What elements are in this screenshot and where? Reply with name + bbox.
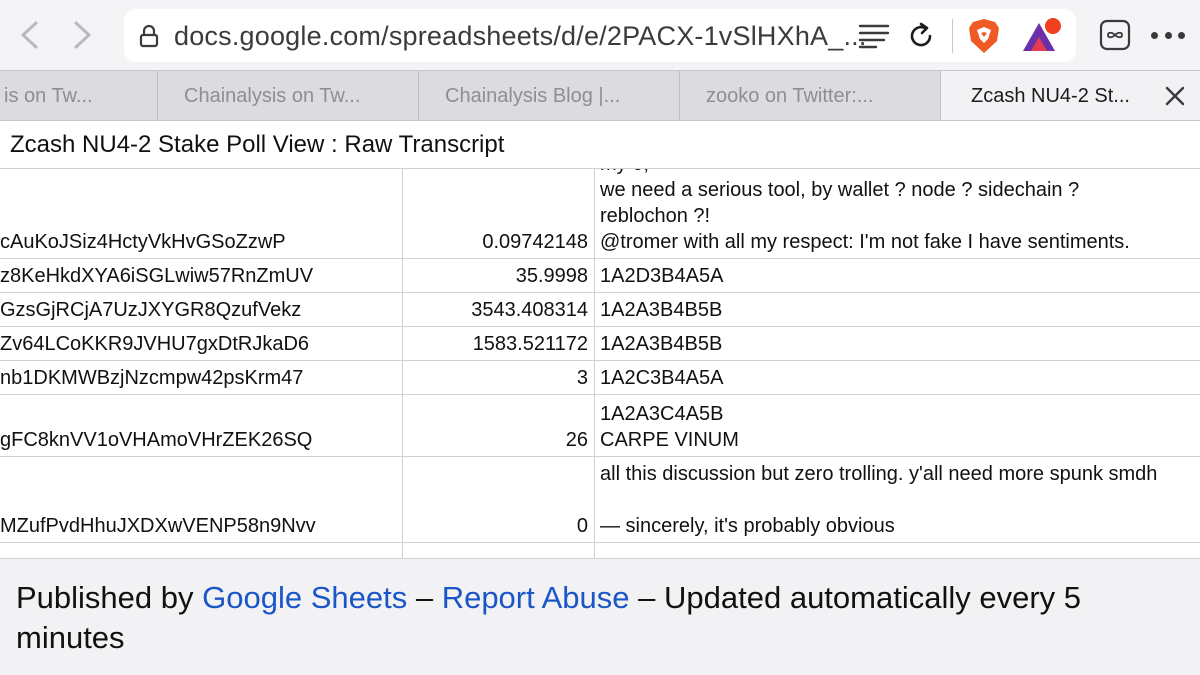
brave-shields-icon[interactable]	[966, 17, 1002, 55]
tab-label: is on Tw...	[4, 85, 93, 107]
address-cell[interactable]: z8KeHkdXYA6iSGLwiw57RnZmUV	[0, 259, 403, 292]
google-sheets-link[interactable]: Google Sheets	[202, 580, 407, 615]
table-row: z8KeHkdXYA6iSGLwiw57RnZmUV 35.9998 1A2D3…	[0, 259, 1200, 293]
tab-twitter-1[interactable]: is on Tw...	[0, 71, 158, 121]
close-icon[interactable]	[1164, 85, 1186, 107]
amount-cell[interactable]: 0.09742148	[403, 169, 595, 258]
tab-strip: is on Tw... Chainalysis on Tw... Chainal…	[0, 70, 1200, 121]
address-cell[interactable]: cAuKoJSiz4HctyVkHvGSoZzwP	[0, 169, 403, 258]
tab-label: zooko on Twitter:...	[706, 85, 874, 107]
amount-cell[interactable]: 3543.408314	[403, 293, 595, 326]
chevron-right-icon	[74, 21, 91, 49]
tab-label: Chainalysis Blog |...	[445, 85, 621, 107]
tab-chainalysis-twitter[interactable]: Chainalysis on Tw...	[158, 71, 419, 121]
vote-cell[interactable]: my 0, we need a serious tool, by wallet …	[595, 169, 1200, 258]
address-cell[interactable]: GzsGjRCjA7UzJXYGR8QzufVekz	[0, 293, 403, 326]
tab-label: Zcash NU4-2 St...	[971, 85, 1130, 107]
amount-cell[interactable]: 0	[403, 457, 595, 542]
empty-cell[interactable]	[0, 543, 403, 558]
reader-mode-icon[interactable]	[858, 22, 890, 50]
vote-line: CARPE VINUM	[600, 429, 739, 451]
address-cell[interactable]: Zv64LCoKKR9JVHU7gxDtRJkaD6	[0, 327, 403, 360]
infinity-icon	[1099, 19, 1131, 51]
table-row: gFC8knVV1oVHAmoVHrZEK26SQ 26 1A2A3C4A5B …	[0, 395, 1200, 457]
tab-label: Chainalysis on Tw...	[184, 85, 361, 107]
dot-icon	[1164, 31, 1172, 39]
more-menu-button[interactable]	[1148, 22, 1188, 48]
amount-cell[interactable]: 3	[403, 361, 595, 394]
table-row: MZufPvdHhuJXDXwVENP58n9Nvv 0 all this di…	[0, 457, 1200, 543]
sheet-title: Zcash NU4-2 Stake Poll View : Raw Transc…	[0, 120, 1200, 169]
browser-toolbar: docs.google.com/spreadsheets/d/e/2PACX-1…	[0, 0, 1200, 70]
chevron-left-icon	[21, 21, 38, 49]
address-cell[interactable]: nb1DKMWBzjNzcmpw42psKrm47	[0, 361, 403, 394]
sheet-grid: cAuKoJSiz4HctyVkHvGSoZzwP 0.09742148 my …	[0, 169, 1200, 558]
tab-zcash-poll[interactable]: Zcash NU4-2 St...	[941, 71, 1200, 121]
url-divider	[952, 19, 953, 53]
brave-rewards-icon[interactable]	[1019, 17, 1063, 55]
address-cell[interactable]: gFC8knVV1oVHAmoVHrZEK26SQ	[0, 395, 403, 456]
report-abuse-link[interactable]: Report Abuse	[442, 580, 630, 615]
table-row: GzsGjRCjA7UzJXYGR8QzufVekz 3543.408314 1…	[0, 293, 1200, 327]
table-row: Zv64LCoKKR9JVHU7gxDtRJkaD6 1583.521172 1…	[0, 327, 1200, 361]
vote-line: my 0,	[600, 169, 1200, 177]
tab-chainalysis-blog[interactable]: Chainalysis Blog |...	[419, 71, 680, 121]
vote-cell[interactable]: 1A2A3C4A5B CARPE VINUM	[595, 395, 1200, 456]
amount-cell[interactable]: 35.9998	[403, 259, 595, 292]
back-button[interactable]	[12, 18, 46, 52]
empty-cell[interactable]	[403, 543, 595, 558]
empty-cell[interactable]	[595, 543, 1200, 558]
vote-cell[interactable]: 1A2D3B4A5A	[595, 259, 1200, 292]
vote-line: @tromer with all my respect: I'm not fak…	[600, 231, 1130, 253]
tab-zooko-twitter[interactable]: zooko on Twitter:...	[680, 71, 941, 121]
dot-icon	[1178, 31, 1185, 39]
table-row: cAuKoJSiz4HctyVkHvGSoZzwP 0.09742148 my …	[0, 169, 1200, 259]
amount-cell[interactable]: 26	[403, 395, 595, 456]
table-row: nb1DKMWBzjNzcmpw42psKrm47 3 1A2C3B4A5A	[0, 361, 1200, 395]
vote-line: we need a serious tool, by wallet ? node…	[600, 179, 1080, 201]
vote-line: — sincerely, it's probably obvious	[600, 515, 895, 537]
vote-line: 1A2A3C4A5B	[600, 403, 724, 425]
vote-cell[interactable]: 1A2A3B4B5B	[595, 327, 1200, 360]
address-bar[interactable]: docs.google.com/spreadsheets/d/e/2PACX-1…	[124, 9, 1076, 62]
vote-cell[interactable]: 1A2C3B4A5A	[595, 361, 1200, 394]
publish-footer: Published by Google Sheets – Report Abus…	[0, 558, 1200, 675]
vote-cell[interactable]: 1A2A3B4B5B	[595, 293, 1200, 326]
empty-row	[0, 543, 1200, 558]
lock-icon	[139, 24, 159, 48]
extensions-button[interactable]	[1098, 18, 1132, 52]
vote-cell[interactable]: all this discussion but zero trolling. y…	[595, 457, 1200, 542]
reload-icon[interactable]	[906, 21, 936, 51]
forward-button[interactable]	[66, 18, 100, 52]
url-text[interactable]: docs.google.com/spreadsheets/d/e/2PACX-1…	[174, 21, 867, 52]
vote-line: all this discussion but zero trolling. y…	[600, 463, 1158, 485]
address-cell[interactable]: MZufPvdHhuJXDXwVENP58n9Nvv	[0, 457, 403, 542]
footer-prefix: Published by	[16, 580, 203, 615]
vote-line: reblochon ?!	[600, 205, 711, 227]
amount-cell[interactable]: 1583.521172	[403, 327, 595, 360]
vote-line	[600, 487, 1200, 513]
dot-icon	[1151, 31, 1158, 39]
footer-separator: –	[407, 580, 442, 615]
